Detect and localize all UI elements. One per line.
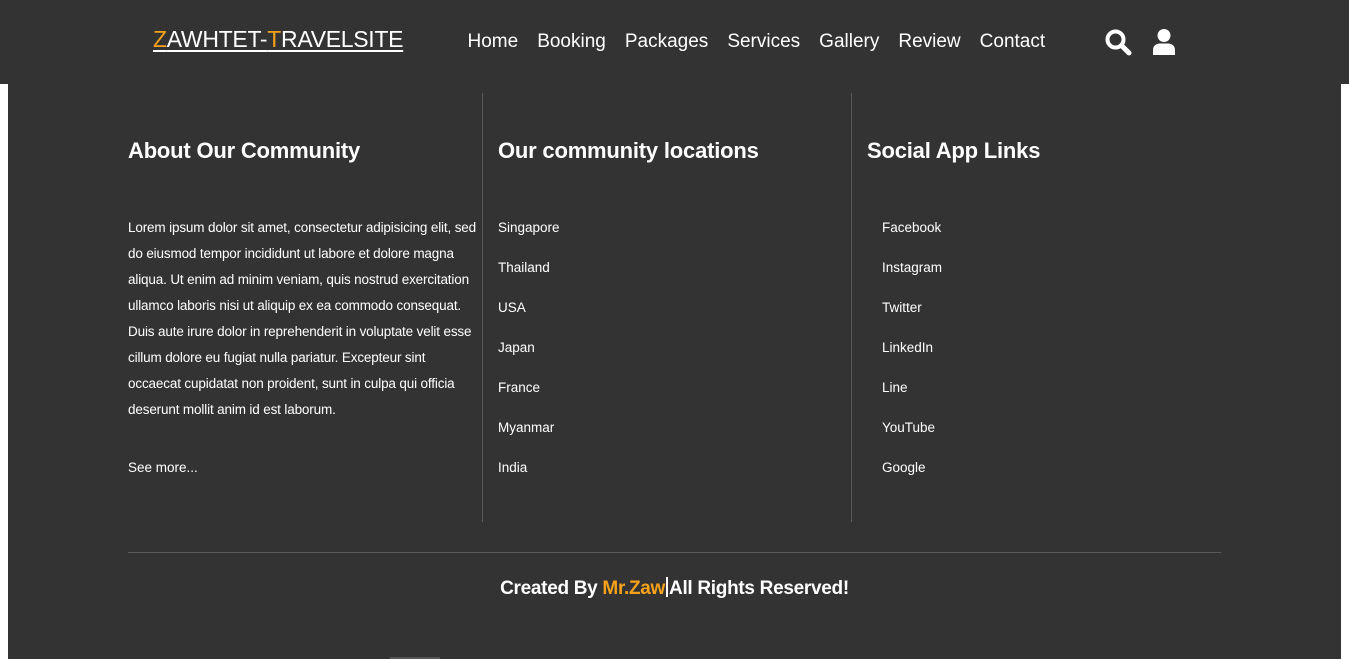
social-line[interactable]: Line <box>882 379 942 419</box>
locations-list: Singapore Thailand USA Japan France Myan… <box>498 219 560 499</box>
nav-services[interactable]: Services <box>718 31 810 53</box>
social-list: Facebook Instagram Twitter LinkedIn Line… <box>882 219 942 499</box>
social-youtube[interactable]: YouTube <box>882 419 942 459</box>
site-header: ZAWHTET-TRAVELSITE Home Booking Packages… <box>0 0 1349 84</box>
search-icon <box>1105 29 1132 56</box>
about-column: About Our Community Lorem ipsum dolor si… <box>128 93 482 522</box>
social-column: Social App Links Facebook Instagram Twit… <box>851 93 1222 522</box>
site-footer: About Our Community Lorem ipsum dolor si… <box>8 84 1341 659</box>
nav-booking[interactable]: Booking <box>528 31 616 53</box>
credit-line: Created By Mr.Zaw All Rights Reserved! <box>8 577 1341 600</box>
social-google[interactable]: Google <box>882 459 942 499</box>
location-myanmar[interactable]: Myanmar <box>498 419 560 459</box>
nav-review[interactable]: Review <box>889 31 970 53</box>
social-facebook[interactable]: Facebook <box>882 219 942 259</box>
about-text: Lorem ipsum dolor sit amet, consectetur … <box>128 220 477 417</box>
social-linkedin[interactable]: LinkedIn <box>882 339 942 379</box>
nav-home[interactable]: Home <box>458 31 528 53</box>
user-icon <box>1153 29 1175 55</box>
search-button[interactable] <box>1104 28 1132 56</box>
main-nav: Home Booking Packages Services Gallery R… <box>458 0 1055 84</box>
credit-prefix: Created By <box>500 578 603 599</box>
location-usa[interactable]: USA <box>498 299 560 339</box>
site-logo[interactable]: ZAWHTET-TRAVELSITE <box>153 26 403 53</box>
user-button[interactable] <box>1151 28 1179 56</box>
footer-divider <box>128 552 1221 553</box>
nav-gallery[interactable]: Gallery <box>810 31 889 53</box>
logo-letter-z: Z <box>153 26 167 52</box>
credit-author: Mr.Zaw <box>602 578 666 599</box>
location-india[interactable]: India <box>498 459 560 499</box>
credit-suffix: All Rights Reserved! <box>669 578 849 599</box>
nav-packages[interactable]: Packages <box>615 31 717 53</box>
locations-column: Our community locations Singapore Thaila… <box>482 93 851 522</box>
nav-contact[interactable]: Contact <box>970 31 1054 53</box>
logo-letter-t: T <box>267 26 282 52</box>
location-france[interactable]: France <box>498 379 560 419</box>
location-thailand[interactable]: Thailand <box>498 259 560 299</box>
locations-title: Our community locations <box>498 138 759 163</box>
logo-text-2: RAVELSITE <box>281 26 404 52</box>
social-twitter[interactable]: Twitter <box>882 299 942 339</box>
social-instagram[interactable]: Instagram <box>882 259 942 299</box>
see-more-link[interactable]: See more... <box>128 460 198 475</box>
about-title: About Our Community <box>128 138 361 163</box>
logo-text-1: AWHTET- <box>166 26 268 52</box>
social-title: Social App Links <box>867 138 1041 163</box>
location-singapore[interactable]: Singapore <box>498 219 560 259</box>
location-japan[interactable]: Japan <box>498 339 560 379</box>
credit-separator <box>666 577 669 597</box>
